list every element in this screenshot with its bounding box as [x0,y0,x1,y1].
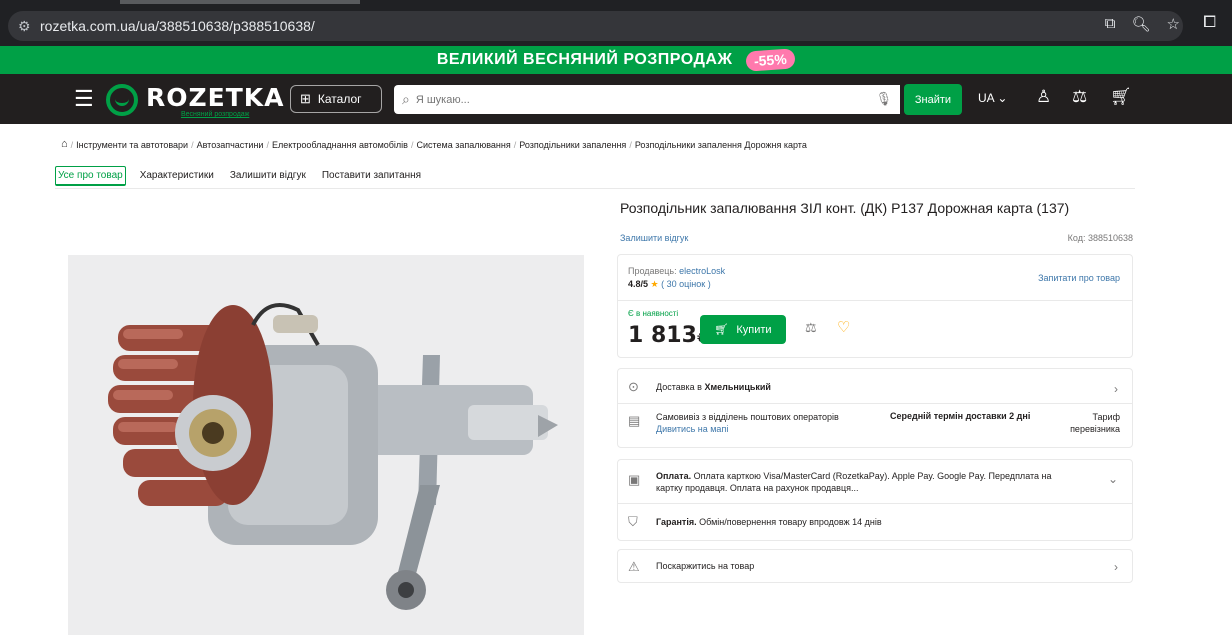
seller-panel: Продавець: electroLosk 4.8/5 ★ ( 30 оцін… [617,254,1133,358]
breadcrumb-item[interactable]: Розподільники запалення [519,140,626,150]
tab-all-about[interactable]: Усе про товар [55,166,126,186]
star-icon: ★ [650,279,659,289]
payment-label: Оплата. [656,471,692,481]
breadcrumb-item[interactable]: Електрообладнання автомобілів [272,140,408,150]
promo-banner[interactable]: ВЕЛИКИЙ ВЕСНЯНИЙ РОЗПРОДАЖ -55% [0,46,1232,74]
search-box: ⌕ 🎙︎ [394,85,900,114]
payment-icon: ▣ [628,472,641,487]
shield-icon: ⛉ [628,514,638,529]
promo-badge: -55% [745,48,796,72]
warning-icon: ⚠ [628,559,640,574]
rating-value: 4.8/5 [628,279,649,289]
rating-count-link[interactable]: ( 30 оцінок ) [661,279,711,289]
promo-text: ВЕЛИКИЙ ВЕСНЯНИЙ РОЗПРОДАЖ [436,51,733,68]
tab-characteristics[interactable]: Характеристики [138,166,216,186]
user-icon[interactable]: ♙ [1036,87,1051,107]
logo[interactable]: ROZETKA [146,83,284,112]
chevron-down-icon: ⌄ [997,91,1008,105]
ignition-distributor-photo [68,255,584,635]
catalog-grid-icon: ⊞ [300,91,311,106]
site-header: ☰ ROZETKA Весняний розпродаж ⊞ Каталог ⌕… [0,74,1232,124]
address-bar[interactable]: ⚙ rozetka.com.ua/ua/388510638/p388510638… [8,11,1183,41]
write-review-link[interactable]: Залишити відгук [620,233,688,243]
browser-toolbar: ⚙ rozetka.com.ua/ua/388510638/p388510638… [0,0,1232,46]
catalog-button[interactable]: ⊞ Каталог [290,85,382,113]
tabs-divider [55,188,1135,189]
divider [618,300,1132,301]
tariff-line: Тариф [1092,412,1120,422]
payment-panel: ▣ Оплата. Оплата карткою Visa/MasterCard… [617,459,1133,541]
breadcrumb-item[interactable]: Автозапчастини [197,140,264,150]
seller-label: Продавець: [628,266,677,276]
product-code: Код: 388510638 [1067,233,1133,243]
extensions-icon[interactable]: ⧠ [1203,14,1216,32]
tab-leave-review[interactable]: Залишити відгук [228,166,308,186]
delivery-label: Доставка в [656,382,705,392]
logo-subtitle[interactable]: Весняний розпродаж [181,111,249,118]
pickup-title: Самовивіз з відділень поштових операторі… [656,412,839,422]
search-icon: ⌕ [402,91,410,107]
complain-text: Поскаржитись на товар [656,561,755,571]
post-office-icon: ▤ [628,413,641,428]
tab-ask-question[interactable]: Поставити запитання [320,166,423,186]
payment-text: Оплата карткою Visa/MasterCard (RozetkaP… [656,471,1052,493]
home-icon[interactable]: ⌂ [61,138,68,150]
warranty-label: Гарантія. [656,517,697,527]
chevron-right-icon: › [1114,560,1118,574]
cart-icon: 🛒︎ [714,324,729,336]
seller-rating: 4.8/5 ★ ( 30 оцінок ) [628,279,711,290]
compare-icon[interactable]: ⚖ [1072,87,1087,107]
breadcrumb-item[interactable]: Інструменти та автотовари [76,140,188,150]
buy-label: Купити [736,323,772,336]
install-app-icon[interactable]: ⧉ [1105,15,1116,33]
stock-status: Є в наявності [628,309,679,318]
search-button[interactable]: Знайти [904,84,962,115]
breadcrumb-item[interactable]: Система запалювання [416,140,510,150]
divider [618,403,1132,404]
address-bar-actions: ⧉ 🔍︎ ☆ [1105,15,1180,33]
price-value: 1 813 [628,323,697,348]
product-tabs: Усе про товар Характеристики Залишити ві… [55,166,423,186]
compare-icon[interactable]: ⚖ [805,320,817,336]
price: 1 813₴ [628,323,707,348]
language-label: UA [978,91,995,105]
url-text: rozetka.com.ua/ua/388510638/p388510638/ [40,18,315,34]
search-input[interactable] [415,93,856,106]
seller-info: Продавець: electroLosk [628,266,725,276]
delivery-panel: ⊙ Доставка в Хмельницький › ▤ Самовивіз … [617,368,1133,448]
buy-button[interactable]: 🛒︎ Купити [700,315,786,344]
delivery-term: Середній термін доставки 2 дні [890,411,1031,421]
catalog-label: Каталог [317,92,362,106]
warranty-text: Обмін/повернення товару впродовж 14 днів [699,517,882,527]
microphone-icon[interactable]: 🎙︎ [875,91,892,107]
tab-strip [120,0,360,4]
logo-icon[interactable] [106,84,138,116]
breadcrumb: ⌂ / Інструменти та автотовари / Автозапча… [61,138,807,150]
delivery-city: Хмельницький [704,382,771,392]
view-map-link[interactable]: Дивитись на мапі [656,424,728,434]
bookmark-star-icon[interactable]: ☆ [1167,15,1180,33]
site-settings-icon[interactable]: ⚙ [18,18,40,35]
breadcrumb-item[interactable]: Розподільники запалення Дорожня карта [635,140,807,150]
chevron-right-icon: › [1114,382,1118,396]
carrier-tariff: Тариф перевізника [1070,411,1120,435]
menu-icon[interactable]: ☰ [74,86,94,112]
seller-name-link[interactable]: electroLosk [679,266,725,276]
delivery-city-row[interactable]: ⊙ Доставка в Хмельницький › [618,379,1132,399]
ask-seller-link[interactable]: Запитати про товар [1038,273,1120,283]
tariff-line: перевізника [1070,424,1120,434]
divider [618,503,1132,504]
language-selector[interactable]: UA ⌄ [978,91,1007,105]
complain-panel[interactable]: ⚠ Поскаржитись на товар › [617,549,1133,583]
heart-icon[interactable]: ♡ [837,318,850,336]
zoom-icon[interactable]: 🔍︎ [1132,15,1151,33]
cart-icon[interactable]: 🛒︎ [1110,87,1132,107]
location-pin-icon: ⊙ [628,379,639,394]
product-title: Розподільник запалювання ЗІЛ конт. (ДК) … [620,200,1070,216]
chevron-down-icon: ⌄ [1107,472,1118,486]
product-image[interactable] [68,255,584,635]
